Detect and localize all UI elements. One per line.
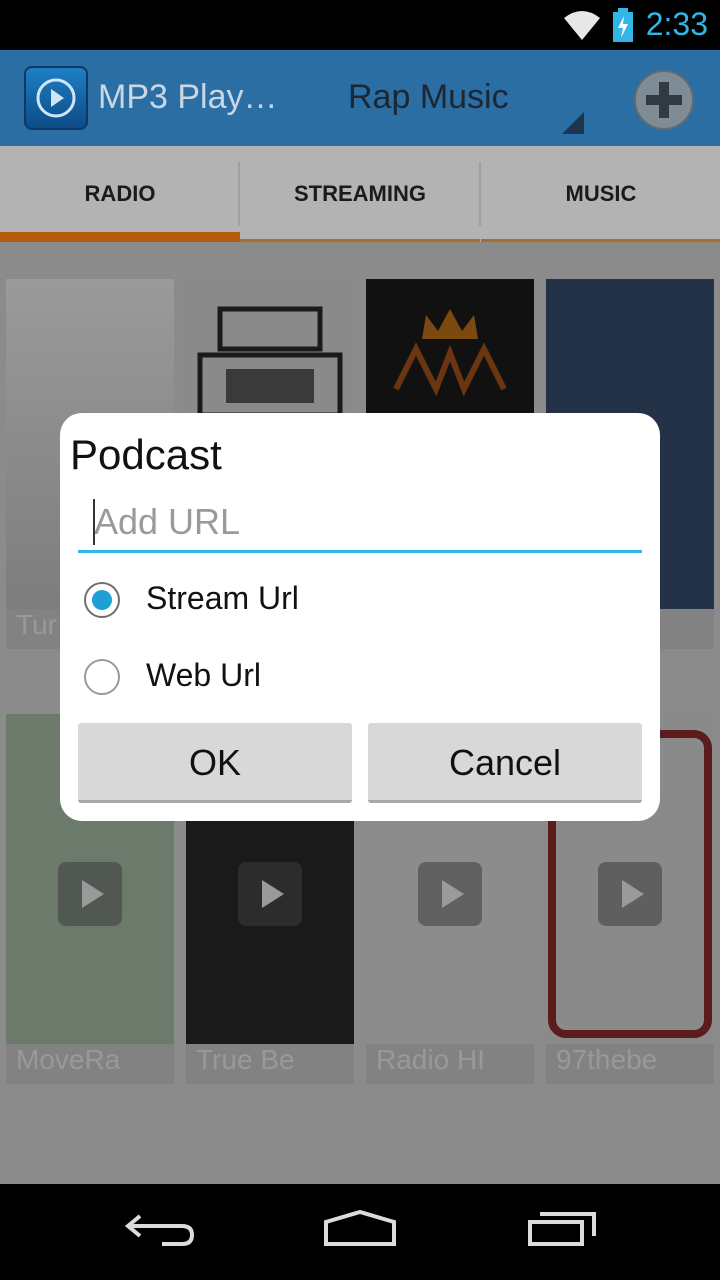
station-caption: True Be <box>196 1044 295 1075</box>
url-input[interactable] <box>78 493 642 553</box>
cancel-button[interactable]: Cancel <box>368 723 642 803</box>
tab-label: RADIO <box>84 181 156 206</box>
status-bar: 2:33 <box>0 0 720 50</box>
stream-url-radio[interactable] <box>84 582 120 618</box>
ok-button[interactable]: OK <box>78 723 352 803</box>
boombox-image <box>197 306 343 418</box>
category-spinner[interactable]: Rap Music <box>348 78 509 117</box>
plus-icon <box>646 82 682 118</box>
play-circle-icon <box>36 78 76 118</box>
web-url-radio[interactable] <box>84 659 120 695</box>
back-icon[interactable] <box>124 1208 196 1248</box>
play-icon[interactable] <box>418 862 482 926</box>
station-caption: MoveRa <box>16 1044 121 1075</box>
option-stream-url[interactable]: Stream Url <box>84 570 644 630</box>
radio-label: Web Url <box>146 657 261 693</box>
play-icon[interactable] <box>58 862 122 926</box>
text-cursor <box>93 499 95 545</box>
podcast-dialog: Podcast Stream Url Web Url OK Cancel <box>60 413 660 821</box>
spinner-arrow-icon <box>562 112 584 134</box>
tab-streaming[interactable]: STREAMING <box>240 146 480 242</box>
app-icon[interactable] <box>24 66 88 130</box>
navigation-bar <box>0 1184 720 1280</box>
tab-label: STREAMING <box>294 181 426 206</box>
station-caption: 97thebe <box>556 1044 658 1075</box>
battery-charging-icon <box>613 8 633 42</box>
tab-label: MUSIC <box>565 181 637 206</box>
play-icon[interactable] <box>238 862 302 926</box>
recent-apps-icon[interactable] <box>526 1208 598 1248</box>
tab-music[interactable]: MUSIC <box>481 146 720 242</box>
tab-indicator <box>0 232 240 242</box>
add-button[interactable] <box>634 70 694 130</box>
status-time: 2:33 <box>645 6 708 42</box>
home-icon[interactable] <box>322 1208 398 1248</box>
tab-radio[interactable]: RADIO <box>0 146 240 242</box>
wifi-icon <box>564 11 600 40</box>
station-caption: Radio HI <box>376 1044 485 1075</box>
action-bar: MP3 Play… Rap Music <box>0 50 720 146</box>
tab-bar: RADIO STREAMING MUSIC <box>0 146 720 242</box>
station-caption: Tur <box>16 609 57 640</box>
crown-image <box>393 309 507 397</box>
play-icon[interactable] <box>598 862 662 926</box>
option-web-url[interactable]: Web Url <box>84 647 644 707</box>
dialog-title: Podcast <box>70 431 222 478</box>
app-title: MP3 Play… <box>98 78 278 116</box>
radio-label: Stream Url <box>146 580 299 616</box>
